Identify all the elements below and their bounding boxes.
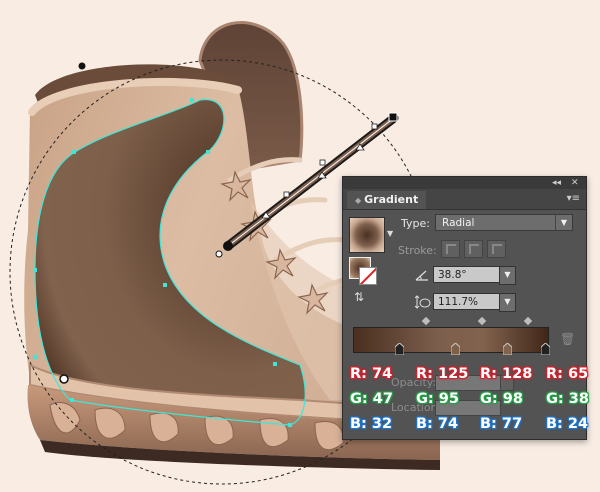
gradient-stop[interactable]	[503, 343, 512, 355]
angle-value: 38.8°	[438, 269, 467, 281]
stroke-along-button[interactable]	[464, 240, 483, 258]
reverse-gradient-icon[interactable]: ⇅	[354, 290, 372, 306]
stop-4-blue: B: 24	[546, 416, 589, 432]
thumbnail-dropdown-icon[interactable]: ▼	[387, 229, 393, 238]
midpoint-row	[353, 316, 553, 326]
aspect-ratio-field[interactable]: 111.7% ▼	[433, 293, 516, 312]
midpoint-diamond[interactable]	[523, 316, 533, 326]
tab-diamond-icon: ◆	[355, 196, 362, 205]
angle-icon	[415, 270, 428, 281]
stop-2-blue: B: 74	[416, 416, 459, 432]
radius-handle	[78, 62, 86, 70]
type-select[interactable]: Radial ▼	[435, 214, 573, 231]
tab-gradient[interactable]: ◆ Gradient	[347, 191, 427, 209]
stop-2-green: G: 95	[416, 391, 459, 407]
stop-3-green: G: 98	[480, 391, 523, 407]
trash-icon[interactable]: 🗑	[560, 332, 575, 346]
stop-4-green: G: 38	[546, 391, 589, 407]
stop-1-blue: B: 32	[350, 416, 393, 432]
stop-3-blue: B: 77	[480, 416, 523, 432]
aspect-value: 111.7%	[438, 296, 479, 308]
gradient-stop[interactable]	[395, 343, 404, 355]
type-value: Radial	[442, 217, 475, 229]
close-icon[interactable]: ✕	[571, 177, 579, 189]
aspect-ratio-icon	[415, 295, 431, 309]
chevron-down-icon[interactable]: ▼	[499, 266, 516, 285]
angle-field[interactable]: 38.8° ▼	[433, 266, 516, 285]
midpoint-diamond[interactable]	[477, 316, 487, 326]
panel-menu-icon[interactable]: ▾≡	[567, 193, 580, 205]
panel-title: Gradient	[364, 193, 419, 206]
gradient-stop[interactable]	[451, 343, 460, 355]
chevron-down-icon: ▼	[555, 215, 572, 230]
gradient-thumbnail[interactable]	[349, 217, 385, 253]
stop-2-red: R: 125	[416, 366, 469, 382]
stroke-swatch-none[interactable]	[359, 267, 377, 285]
midpoint-diamond[interactable]	[421, 316, 431, 326]
stop-4-red: R: 65	[546, 366, 589, 382]
stroke-across-button[interactable]	[487, 240, 506, 258]
stop-1-red: R: 74	[350, 366, 393, 382]
gradient-stop[interactable]	[541, 343, 550, 355]
stop-3-red: R: 128	[480, 366, 533, 382]
panel-tab-row: ◆ Gradient ▾≡	[343, 189, 586, 210]
type-label: Type:	[401, 217, 430, 230]
stroke-within-button[interactable]	[441, 240, 460, 258]
collapse-icon[interactable]: ◂◂	[552, 177, 561, 189]
stroke-label: Stroke:	[398, 244, 437, 257]
panel-title-strip[interactable]: ◂◂ ✕	[343, 177, 586, 189]
chevron-down-icon[interactable]: ▼	[499, 293, 516, 312]
stop-1-green: G: 47	[350, 391, 393, 407]
